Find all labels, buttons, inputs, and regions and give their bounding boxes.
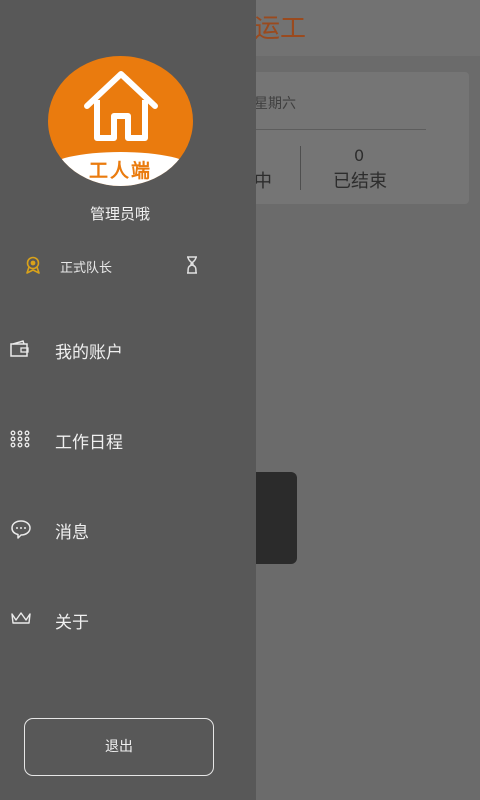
in-progress-label: 中	[254, 171, 272, 192]
menu-label-work-schedule: 工作日程	[55, 433, 123, 453]
avatar[interactable]: 工人端	[48, 56, 193, 186]
menu-label-messages: 消息	[55, 523, 89, 543]
menu-label-about: 关于	[55, 613, 89, 633]
finished-label: 已结束	[333, 171, 387, 192]
medal-icon	[26, 256, 40, 274]
crown-icon	[11, 612, 31, 624]
menu-item-work-schedule[interactable]: 工作日程	[0, 410, 256, 470]
hourglass-icon	[187, 256, 197, 274]
menu-item-my-account[interactable]: 我的账户	[0, 320, 256, 380]
menu-item-about[interactable]: 关于	[0, 590, 256, 650]
app-title: 运工	[254, 14, 307, 44]
menu-item-messages[interactable]: 消息	[0, 500, 256, 560]
stats-divider	[300, 146, 301, 190]
wallet-icon	[10, 340, 29, 357]
avatar-label: 工人端	[88, 160, 152, 182]
date-label: 星期六	[254, 96, 296, 112]
chat-icon	[11, 520, 31, 539]
logout-button[interactable]: 退出	[24, 718, 214, 776]
house-icon	[84, 71, 158, 141]
navigation-drawer: 工人端 管理员哦 正式队长 我的账户 工作日程 消息 关于 退出	[0, 0, 256, 800]
finished-count: 0	[354, 146, 365, 165]
user-name: 管理员哦	[89, 205, 150, 223]
menu-label-my-account: 我的账户	[55, 343, 123, 363]
card-divider-line	[256, 129, 426, 130]
rank-label: 正式队长	[60, 261, 113, 276]
grid-dots-icon	[10, 430, 30, 448]
